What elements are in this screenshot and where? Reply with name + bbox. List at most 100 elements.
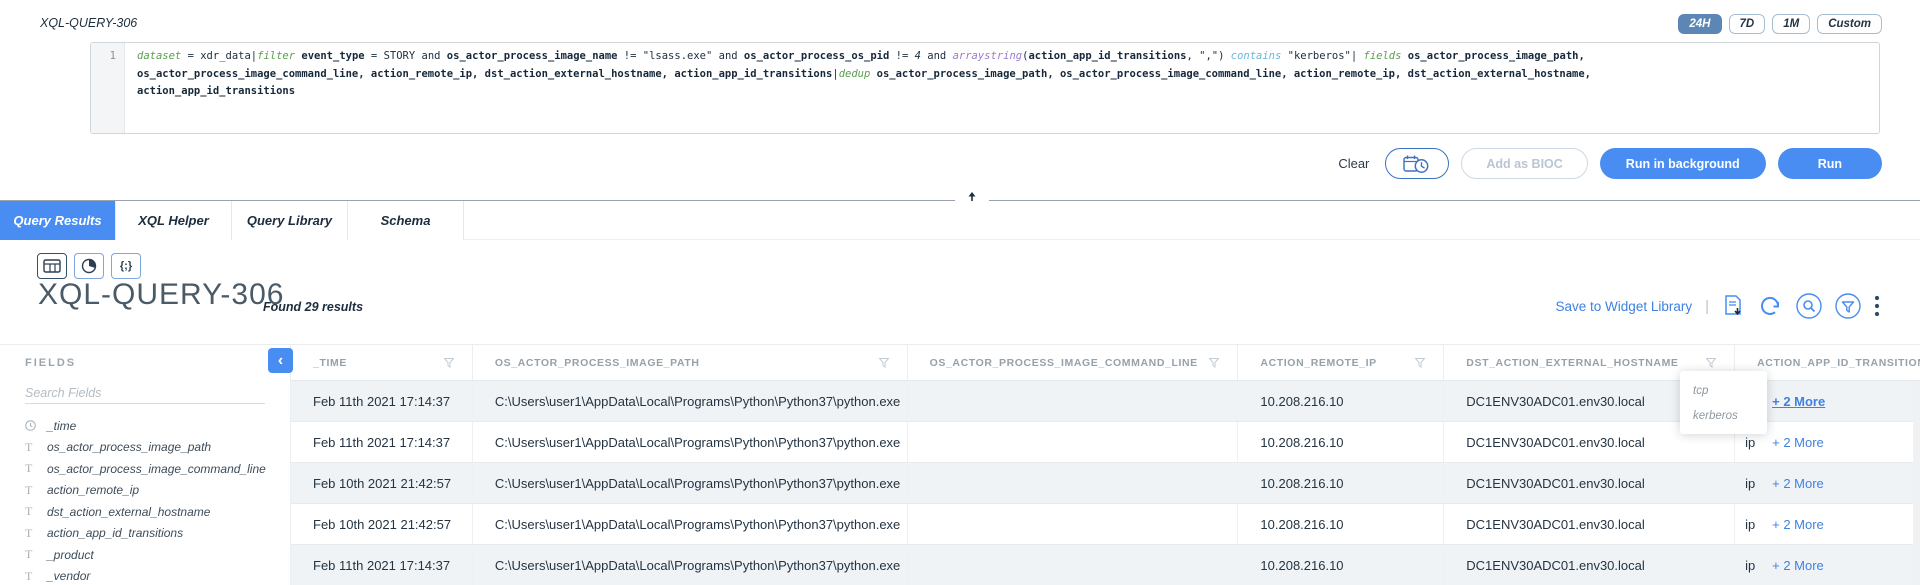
- cell-hostname: DC1ENV30ADC01.env30.local: [1444, 545, 1735, 585]
- table-row[interactable]: Feb 10th 2021 21:42:57C:\Users\user1\App…: [291, 504, 1920, 545]
- column-filter-icon[interactable]: [1415, 358, 1425, 368]
- results-title: XQL-QUERY-306: [38, 278, 284, 312]
- cell-image-path: C:\Users\user1\AppData\Local\Programs\Py…: [473, 545, 908, 585]
- table-row[interactable]: Feb 11th 2021 17:14:37C:\Users\user1\App…: [291, 422, 1920, 463]
- column-label: _TIME: [313, 357, 347, 369]
- field-item-os_actor_process_image_command_line[interactable]: Tos_actor_process_image_command_line: [0, 458, 290, 480]
- tab-schema[interactable]: Schema: [348, 201, 464, 240]
- collapse-sidebar-button[interactable]: ‹: [268, 348, 293, 373]
- cell-transitions: ip + 2 More: [1735, 463, 1920, 503]
- transitions-value: ip: [1745, 476, 1765, 491]
- editor-gutter: 1: [91, 43, 125, 133]
- field-item-os_actor_process_image_path[interactable]: Tos_actor_process_image_path: [0, 437, 290, 459]
- cell-command-line: [908, 463, 1239, 503]
- field-item-_vendor[interactable]: T_vendor: [0, 566, 290, 585]
- tab-query-library[interactable]: Query Library: [232, 201, 348, 240]
- column-filter-icon[interactable]: [1209, 358, 1219, 368]
- code-line-1: dataset = xdr_data|filter event_type = S…: [137, 48, 1591, 66]
- time-range-24h[interactable]: 24H: [1678, 14, 1721, 34]
- table-row[interactable]: Feb 11th 2021 17:14:37C:\Users\user1\App…: [291, 381, 1920, 422]
- table-row[interactable]: Feb 11th 2021 17:14:37C:\Users\user1\App…: [291, 545, 1920, 585]
- code-line-3: action_app_id_transitions: [137, 83, 1591, 101]
- transitions-value: ip: [1745, 435, 1765, 450]
- schedule-query-button[interactable]: [1385, 148, 1449, 179]
- cell-image-path: C:\Users\user1\AppData\Local\Programs\Py…: [473, 381, 908, 421]
- json-view-button[interactable]: {;}: [111, 253, 141, 279]
- transitions-tooltip: tcpkerberos: [1680, 371, 1767, 434]
- cell-command-line: [908, 422, 1239, 462]
- column-label: OS_ACTOR_PROCESS_IMAGE_PATH: [495, 357, 700, 369]
- cell-remote-ip: 10.208.216.10: [1238, 545, 1444, 585]
- column-header-action_remote_ip[interactable]: ACTION_REMOTE_IP: [1238, 345, 1444, 380]
- column-filter-icon[interactable]: [444, 358, 454, 368]
- cell-command-line: [908, 381, 1239, 421]
- time-range-7d[interactable]: 7D: [1729, 14, 1766, 34]
- cell-remote-ip: 10.208.216.10: [1238, 381, 1444, 421]
- field-name: _product: [47, 548, 94, 562]
- column-label: OS_ACTOR_PROCESS_IMAGE_COMMAND_LINE: [930, 357, 1198, 369]
- field-name: _time: [47, 419, 76, 433]
- tab-xql-helper[interactable]: XQL Helper: [116, 201, 232, 240]
- column-header-os_actor_process_image_path[interactable]: OS_ACTOR_PROCESS_IMAGE_PATH: [473, 345, 908, 380]
- fields-header: FIELDS: [25, 357, 76, 369]
- field-name: os_actor_process_image_command_line: [47, 462, 266, 476]
- results-tabbar: Query ResultsXQL HelperQuery LibrarySche…: [0, 201, 1920, 240]
- text-icon: T: [25, 504, 47, 519]
- cell-time: Feb 11th 2021 17:14:37: [291, 422, 473, 462]
- table-view-icon: [43, 259, 61, 273]
- pie-view-button[interactable]: [74, 253, 104, 279]
- json-view-icon: {;}: [120, 260, 132, 272]
- table-scrollbar[interactable]: [1913, 381, 1920, 585]
- run-button[interactable]: Run: [1778, 148, 1882, 179]
- xql-code[interactable]: dataset = xdr_data|filter event_type = S…: [125, 43, 1591, 133]
- code-line-2: os_actor_process_image_command_line, act…: [137, 66, 1591, 84]
- table-view-button[interactable]: [37, 253, 67, 279]
- cell-time: Feb 11th 2021 17:14:37: [291, 545, 473, 585]
- field-item-_time[interactable]: _time: [0, 415, 290, 437]
- column-header-os_actor_process_image_command_line[interactable]: OS_ACTOR_PROCESS_IMAGE_COMMAND_LINE: [908, 345, 1239, 380]
- field-item-action_remote_ip[interactable]: Taction_remote_ip: [0, 480, 290, 502]
- cell-command-line: [908, 545, 1239, 585]
- field-item-_product[interactable]: T_product: [0, 544, 290, 566]
- field-name: os_actor_process_image_path: [47, 440, 211, 454]
- run-in-background-button[interactable]: Run in background: [1600, 148, 1766, 179]
- cell-time: Feb 10th 2021 21:42:57: [291, 504, 473, 544]
- filter-icon[interactable]: [1835, 293, 1861, 319]
- column-filter-icon[interactable]: [879, 358, 889, 368]
- table-header-row: _TIME OS_ACTOR_PROCESS_IMAGE_PATH OS_ACTOR…: [291, 345, 1920, 381]
- calendar-clock-icon: [1402, 154, 1432, 174]
- search-icon[interactable]: [1796, 293, 1822, 319]
- column-header-_time[interactable]: _TIME: [291, 345, 473, 380]
- text-icon: T: [25, 461, 47, 476]
- refresh-icon[interactable]: [1757, 294, 1783, 318]
- table-row[interactable]: Feb 10th 2021 21:42:57C:\Users\user1\App…: [291, 463, 1920, 504]
- time-range-selector: 24H 7D 1M Custom: [1678, 14, 1882, 34]
- more-link[interactable]: + 2 More: [1772, 435, 1824, 450]
- field-item-action_app_id_transitions[interactable]: Taction_app_id_transitions: [0, 523, 290, 545]
- column-filter-icon[interactable]: [1706, 358, 1716, 368]
- more-link[interactable]: + 2 More: [1772, 558, 1824, 573]
- text-icon: T: [25, 547, 47, 562]
- time-range-custom[interactable]: Custom: [1817, 14, 1882, 34]
- more-link[interactable]: + 2 More: [1772, 517, 1824, 532]
- xql-editor[interactable]: 1 dataset = xdr_data|filter event_type =…: [90, 42, 1880, 134]
- kebab-menu-icon[interactable]: [1874, 295, 1880, 317]
- column-label: ACTION_APP_ID_TRANSITIONS: [1757, 357, 1920, 369]
- save-to-widget-library-link[interactable]: Save to Widget Library: [1556, 299, 1693, 314]
- xql-query-page: XQL-QUERY-306 24H 7D 1M Custom 1 dataset = …: [0, 0, 1920, 585]
- pie-view-icon: [81, 258, 97, 274]
- add-as-bioc-button[interactable]: Add as BIOC: [1461, 148, 1587, 179]
- cell-remote-ip: 10.208.216.10: [1238, 504, 1444, 544]
- search-fields-input[interactable]: [25, 383, 265, 404]
- more-link[interactable]: + 2 More: [1772, 394, 1825, 409]
- export-report-icon[interactable]: [1722, 294, 1744, 318]
- transitions-value: ip: [1745, 558, 1765, 573]
- field-item-dst_action_external_hostname[interactable]: Tdst_action_external_hostname: [0, 501, 290, 523]
- tooltip-item: tcp: [1693, 379, 1767, 404]
- tab-query-results[interactable]: Query Results: [0, 201, 116, 240]
- time-range-1m[interactable]: 1M: [1772, 14, 1810, 34]
- field-name: action_app_id_transitions: [47, 526, 183, 540]
- transitions-value: ip: [1745, 517, 1765, 532]
- clear-button[interactable]: Clear: [1338, 156, 1369, 171]
- more-link[interactable]: + 2 More: [1772, 476, 1824, 491]
